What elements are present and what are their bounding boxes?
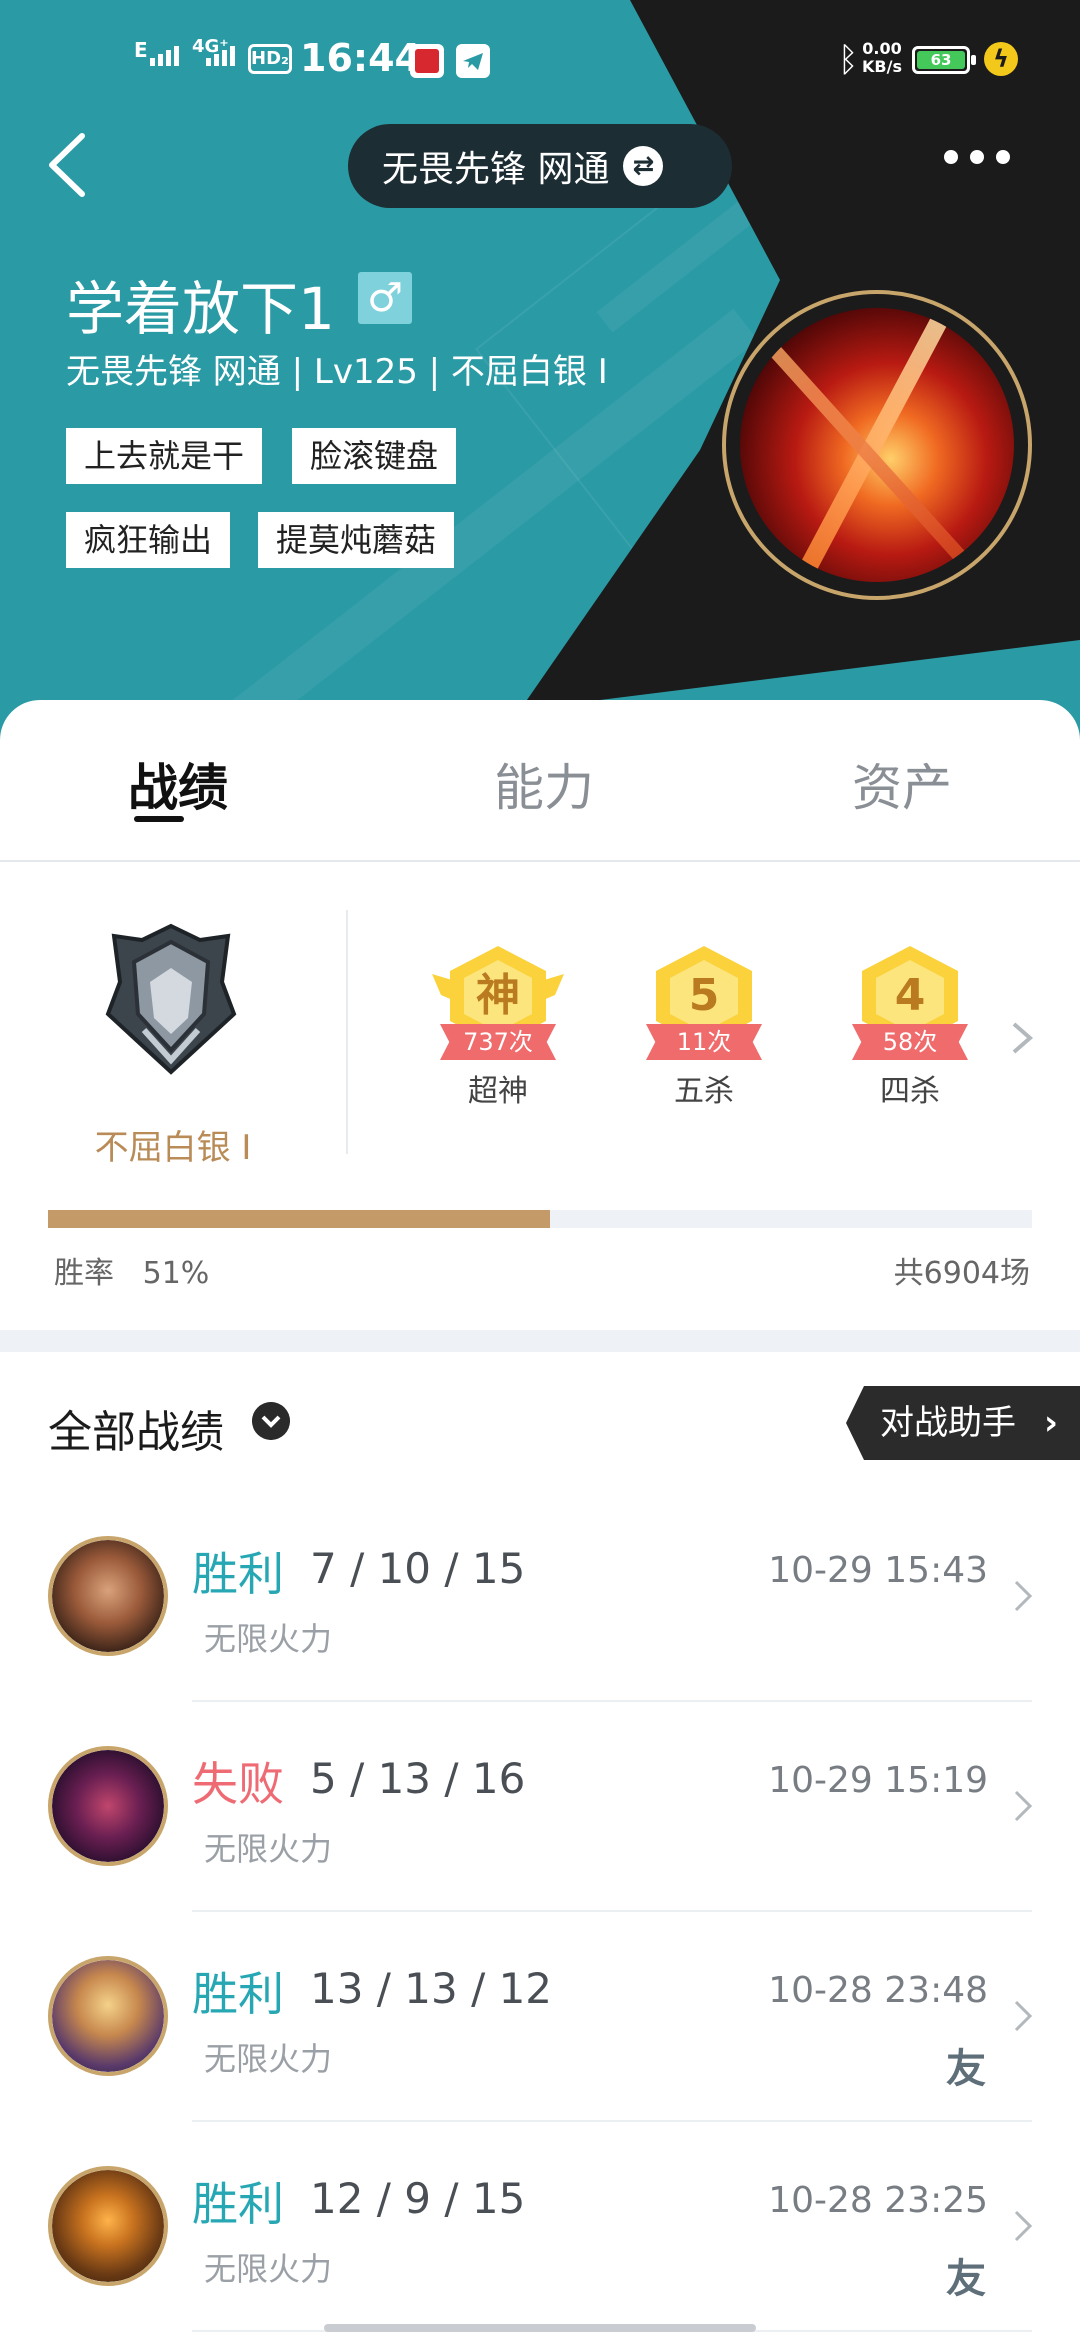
medal-count: 737次: [440, 1024, 556, 1060]
player-info: 无畏先锋 网通 | Lv125 | 不屈白银 I: [66, 352, 608, 392]
server-switch-button[interactable]: 无畏先锋 网通 ⇄: [348, 124, 732, 208]
medal-label: 超神: [468, 1074, 528, 1109]
match-mode: 无限火力: [204, 2040, 333, 2078]
bluetooth-icon: ᛒ: [838, 40, 859, 80]
stats-panel: 不屈白银 I 神 737次 超神 5 11次 五杀 4 58次 四杀 胜率 51…: [0, 862, 1080, 1330]
status-bar: E 4G⁺ HD₂ 16:44 ᛒ 0.00 KB/s 63 ϟ: [0, 0, 1080, 120]
telegram-icon: [456, 44, 490, 78]
back-arrow-icon: [49, 133, 85, 197]
match-row[interactable]: 胜利 13 / 13 / 12 无限火力 10-28 23:48 友: [0, 1912, 1080, 2122]
tab-bar: 战绩 能力 资产: [0, 700, 1080, 862]
chevron-right-icon: ›: [1043, 1403, 1058, 1443]
match-row[interactable]: 胜利 12 / 9 / 15 无限火力 10-28 23:25 友: [0, 2122, 1080, 2332]
match-row[interactable]: 胜利 7 / 10 / 15 无限火力 10-29 15:43: [0, 1492, 1080, 1702]
match-result: 胜利: [192, 2177, 284, 2231]
match-result: 胜利: [192, 1547, 284, 1601]
dot: [996, 150, 1010, 164]
player-avatar[interactable]: [722, 290, 1032, 600]
hero-avatar: [48, 1746, 168, 1866]
more-button[interactable]: [944, 150, 1010, 164]
app-notification-icon: [410, 44, 444, 78]
match-mode: 无限火力: [204, 1620, 333, 1658]
tag: 上去就是干: [66, 428, 263, 484]
chevron-right-icon: [1014, 1790, 1033, 1822]
chevron-right-icon: [1014, 2210, 1033, 2242]
rank-label: 不屈白银 I: [94, 1128, 252, 1168]
tag: 疯狂输出: [66, 512, 231, 568]
match-kda: 12 / 9 / 15: [310, 2174, 526, 2223]
win-rate-bar-fill: [48, 1210, 550, 1228]
medal-godlike[interactable]: 神 737次 超神: [428, 946, 568, 1110]
speed-value: 0.00: [862, 39, 902, 58]
medal-penta-kill[interactable]: 5 11次 五杀: [634, 946, 774, 1110]
network-speed: 0.00 KB/s: [862, 40, 902, 76]
dot: [970, 150, 984, 164]
friend-badge: 友: [946, 2256, 986, 2302]
signal-icon: [150, 46, 179, 66]
active-tab-indicator: [134, 816, 184, 822]
friend-badge: 友: [946, 2046, 986, 2092]
match-kda: 7 / 10 / 15: [310, 1544, 526, 1593]
avatar-image: [740, 308, 1014, 582]
hd-voice-icon: HD₂: [248, 44, 292, 74]
match-mode: 无限火力: [204, 2250, 333, 2288]
hero-avatar: [48, 1536, 168, 1656]
battery-level: 63: [917, 51, 965, 69]
tag: 脸滚键盘: [292, 428, 457, 484]
medal-quadra-kill[interactable]: 4 58次 四杀: [840, 946, 980, 1110]
chevron-right-icon: [1014, 2000, 1033, 2032]
match-list-header: 全部战绩 对战助手 ›: [0, 1352, 1080, 1482]
battle-assistant-button[interactable]: 对战助手 ›: [846, 1386, 1080, 1460]
signal-icon: [206, 46, 235, 66]
match-time: 10-29 15:19: [768, 1760, 988, 1801]
match-filter-title[interactable]: 全部战绩: [48, 1396, 224, 1460]
server-name: 无畏先锋 网通: [382, 149, 610, 190]
speed-unit: KB/s: [862, 57, 902, 76]
win-rate-label: 胜率: [54, 1256, 114, 1291]
match-kda: 13 / 13 / 12: [310, 1964, 553, 2013]
win-rate-bar: [48, 1210, 1032, 1228]
status-time: 16:44: [300, 36, 421, 80]
back-button[interactable]: [40, 120, 100, 210]
battery-icon: 63: [912, 46, 976, 74]
player-name: 学着放下1: [66, 275, 335, 343]
match-time: 10-29 15:43: [768, 1550, 988, 1591]
network-type-1: E: [134, 38, 148, 62]
tab-ability[interactable]: 能力: [494, 748, 594, 820]
dot: [944, 150, 958, 164]
total-games: 共6904场: [893, 1256, 1030, 1291]
match-mode: 无限火力: [204, 1830, 333, 1868]
battle-assistant-label: 对战助手: [880, 1403, 1016, 1443]
chevron-right-icon[interactable]: [1008, 1018, 1036, 1058]
medal-count: 11次: [646, 1024, 762, 1060]
match-result: 胜利: [192, 1967, 284, 2021]
home-indicator[interactable]: [324, 2324, 756, 2332]
male-icon: ♂: [358, 272, 412, 324]
tab-assets[interactable]: 资产: [852, 748, 952, 820]
tab-record[interactable]: 战绩: [128, 748, 228, 820]
tag: 提莫炖蘑菇: [258, 512, 455, 568]
match-row[interactable]: 失败 5 / 13 / 16 无限火力 10-29 15:19: [0, 1702, 1080, 1912]
match-time: 10-28 23:48: [768, 1970, 988, 2011]
medal-label: 四杀: [880, 1074, 940, 1109]
medal-count: 58次: [852, 1024, 968, 1060]
charging-icon: ϟ: [984, 42, 1018, 76]
hero-avatar: [48, 2166, 168, 2286]
match-result: 失败: [192, 1757, 284, 1811]
profile-header: E 4G⁺ HD₂ 16:44 ᛒ 0.00 KB/s 63 ϟ 无畏先锋 网通…: [0, 0, 1080, 760]
section-separator: [0, 1330, 1080, 1352]
medal-label: 五杀: [674, 1074, 734, 1109]
hero-avatar: [48, 1956, 168, 2076]
match-time: 10-28 23:25: [768, 2180, 988, 2221]
rank-emblem-icon: [105, 923, 237, 1075]
swap-icon: ⇄: [623, 146, 664, 186]
chevron-right-icon: [1014, 1580, 1033, 1612]
chevron-down-icon[interactable]: [252, 1402, 290, 1440]
win-rate-value: 51%: [142, 1256, 210, 1291]
win-rate: 胜率 51%: [54, 1248, 209, 1292]
match-kda: 5 / 13 / 16: [310, 1754, 526, 1803]
divider: [346, 910, 348, 1154]
